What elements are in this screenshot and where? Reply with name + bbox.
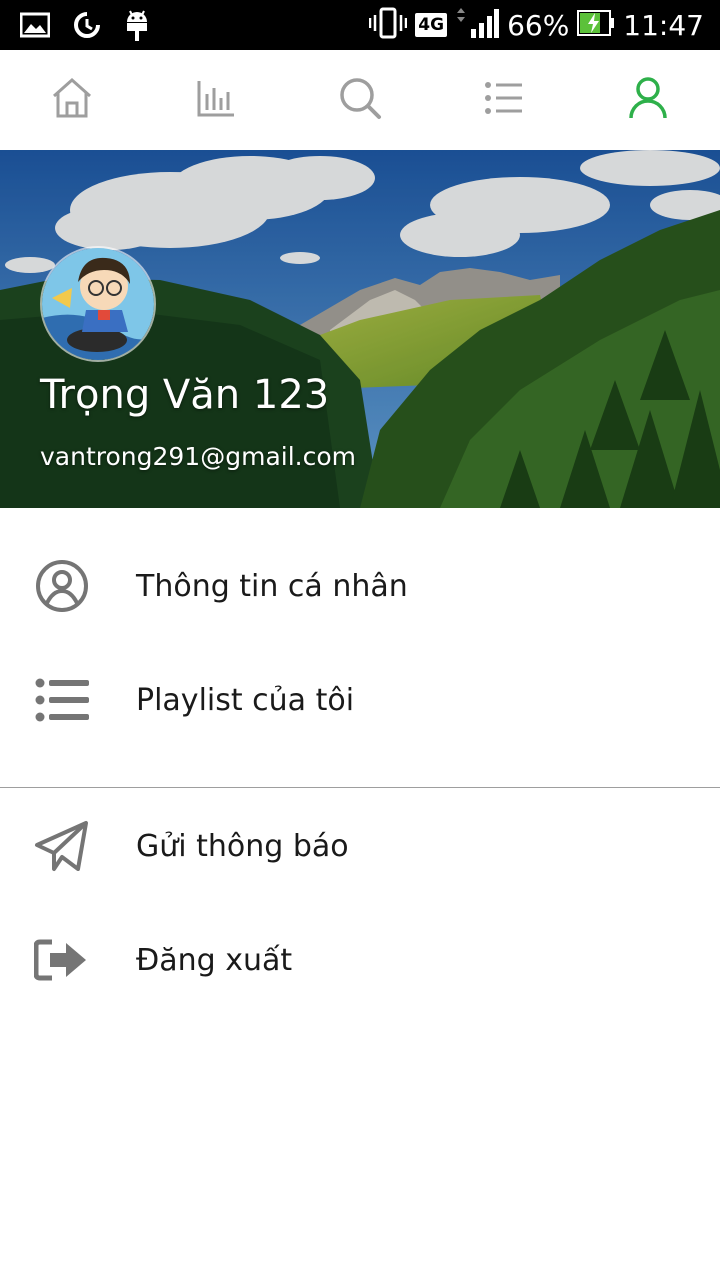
chart-icon <box>196 78 236 123</box>
android-icon <box>124 8 150 47</box>
data-saver-icon <box>72 10 102 45</box>
list-icon <box>34 672 90 728</box>
vibrate-icon <box>369 7 408 44</box>
menu-label-logout: Đăng xuất <box>136 942 293 978</box>
signal-icon <box>455 7 500 44</box>
menu-label-my-playlist: Playlist của tôi <box>136 682 355 718</box>
menu-label-personal-info: Thông tin cá nhân <box>136 568 408 604</box>
image-icon <box>19 12 51 43</box>
menu-item-send-notification[interactable]: Gửi thông báo <box>0 790 720 902</box>
search-icon <box>338 76 382 125</box>
user-icon <box>628 76 668 125</box>
network-type: 4G <box>415 13 448 37</box>
menu-item-personal-info[interactable]: Thông tin cá nhân <box>0 530 720 642</box>
list-icon <box>484 81 524 120</box>
battery-percent: 66% <box>507 8 570 42</box>
home-icon <box>50 76 94 125</box>
profile-name: Trọng Văn 123 <box>40 372 330 418</box>
avatar[interactable] <box>40 246 156 362</box>
tab-list[interactable] <box>432 50 576 150</box>
paper-plane-icon <box>34 818 90 874</box>
profile-header: Trọng Văn 123 vantrong291@gmail.com <box>0 150 720 508</box>
battery-charging-icon <box>577 9 615 42</box>
clock: 11:47 <box>623 8 704 42</box>
tab-home[interactable] <box>0 50 144 150</box>
profile-email: vantrong291@gmail.com <box>40 442 356 471</box>
menu-item-logout[interactable]: Đăng xuất <box>0 904 720 1016</box>
status-bar: 4G 66% 11:47 <box>0 0 720 50</box>
top-tab-bar <box>0 50 720 150</box>
menu-divider <box>0 787 720 788</box>
sign-out-icon <box>34 932 90 988</box>
menu-item-my-playlist[interactable]: Playlist của tôi <box>0 644 720 756</box>
tab-profile[interactable] <box>576 50 720 150</box>
user-circle-icon <box>34 558 90 614</box>
menu-label-send-notification: Gửi thông báo <box>136 828 349 864</box>
tab-search[interactable] <box>288 50 432 150</box>
tab-chart[interactable] <box>144 50 288 150</box>
